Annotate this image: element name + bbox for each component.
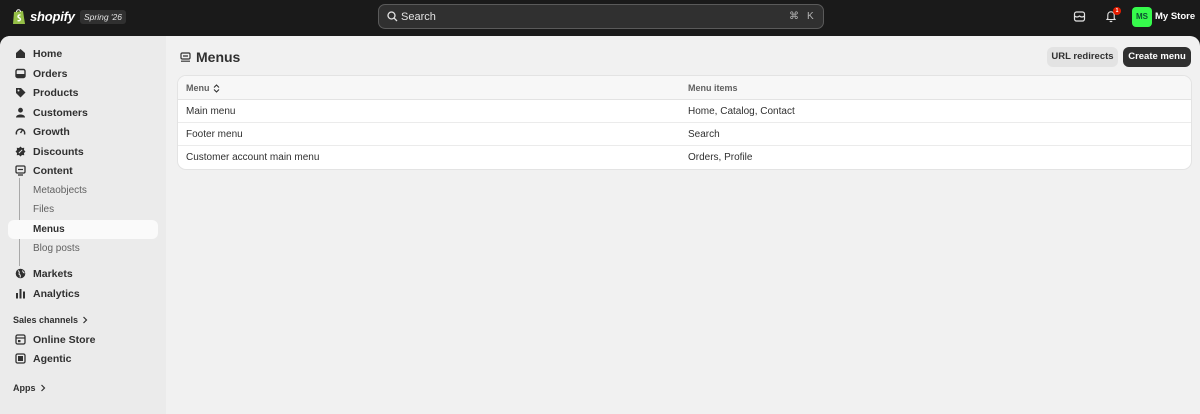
sidebar-item-discounts[interactable]: Discounts [8, 142, 158, 161]
sidebar-item-label: Customers [33, 106, 88, 119]
menu-items: Search [688, 129, 720, 140]
sidebar-item-home[interactable]: Home [8, 44, 158, 63]
apps-label: Apps [13, 383, 36, 393]
table-row[interactable]: Main menu Home, Catalog, Contact [178, 100, 1191, 123]
sidebar-item-analytics[interactable]: Analytics [8, 284, 158, 303]
menus-table: Menu Menu items Main menu Home, Catalog,… [178, 76, 1191, 169]
menu-icon [180, 51, 191, 62]
sidebar-item-markets[interactable]: Markets [8, 264, 158, 283]
content-icon [14, 165, 26, 177]
shopify-bag-icon [13, 9, 25, 24]
logo-text: shopify [30, 9, 75, 24]
tag-icon [14, 87, 26, 99]
sidebar-item-label: Markets [33, 267, 73, 280]
top-bar: shopify Spring '26 Search ⌘ K 1 MS My St… [0, 0, 1200, 36]
menu-items: Orders, Profile [688, 152, 753, 163]
chevron-right-icon [83, 316, 88, 324]
sidebar-subitem-label: Blog posts [33, 243, 80, 254]
version-badge: Spring '26 [80, 10, 127, 24]
table-row[interactable]: Footer menu Search [178, 123, 1191, 146]
page-title-text: Menus [196, 49, 241, 65]
app-shell: Home Orders Products Customers Growth Di… [0, 36, 1200, 414]
sidebar-item-label: Analytics [33, 287, 80, 300]
sidebar-item-label: Home [33, 47, 63, 60]
page-title: Menus [180, 49, 240, 65]
shortcut-cmd: ⌘ [789, 11, 799, 22]
sidebar-subitem-files[interactable]: Files [8, 200, 158, 219]
create-menu-button[interactable]: Create menu [1123, 47, 1191, 67]
sidebar-subitem-blog-posts[interactable]: Blog posts [8, 239, 158, 258]
url-redirects-button[interactable]: URL redirects [1047, 47, 1118, 67]
sidebar-item-growth[interactable]: Growth [8, 122, 158, 141]
menu-name[interactable]: Customer account main menu [186, 152, 319, 163]
table-row[interactable]: Customer account main menu Orders, Profi… [178, 146, 1191, 169]
column-header-label: Menu items [688, 83, 738, 93]
search-bar[interactable]: Search ⌘ K [378, 4, 824, 29]
sidebar-item-label: Orders [33, 67, 68, 80]
sidebar-item-online-store[interactable]: Online Store [8, 330, 158, 349]
sidebar-item-agentic[interactable]: Agentic [8, 349, 158, 368]
notification-badge: 1 [1113, 7, 1121, 15]
sidebar-item-customers[interactable]: Customers [8, 103, 158, 122]
column-header-menu[interactable]: Menu [186, 83, 220, 93]
table-header: Menu Menu items [178, 76, 1191, 100]
home-icon [14, 48, 26, 60]
column-header-label: Menu [186, 83, 210, 93]
discount-icon [14, 146, 26, 158]
sidebar-subitem-label: Menus [33, 224, 65, 235]
person-icon [14, 107, 26, 119]
sidebar-item-content[interactable]: Content [8, 161, 158, 180]
shortcut-key: K [807, 11, 814, 22]
menu-name[interactable]: Footer menu [186, 129, 243, 140]
column-header-menu-items: Menu items [688, 83, 738, 93]
apps-header[interactable]: Apps [13, 383, 46, 393]
sidebar-item-label: Growth [33, 125, 70, 138]
agentic-icon [14, 353, 26, 365]
sidebar-item-label: Discounts [33, 145, 84, 158]
sidebar-subitem-metaobjects[interactable]: Metaobjects [8, 181, 158, 200]
avatar[interactable]: MS [1132, 7, 1152, 27]
orders-icon [14, 68, 26, 80]
search-icon [387, 11, 398, 22]
sidebar-subitem-menus[interactable]: Menus [8, 220, 158, 239]
gauge-icon [14, 126, 26, 138]
menu-name[interactable]: Main menu [186, 106, 235, 117]
chevron-right-icon [40, 384, 45, 392]
sales-channels-label: Sales channels [13, 315, 79, 325]
menu-items: Home, Catalog, Contact [688, 106, 795, 117]
sidebar: Home Orders Products Customers Growth Di… [0, 36, 166, 414]
globe-icon [14, 268, 26, 280]
sidebar-item-products[interactable]: Products [8, 83, 158, 102]
sidebar-item-label: Content [33, 164, 73, 177]
shopify-logo[interactable]: shopify [12, 8, 75, 25]
sidebar-subitem-label: Files [33, 204, 55, 215]
store-name[interactable]: My Store [1155, 11, 1195, 22]
store-icon [14, 334, 26, 346]
store-switcher-icon[interactable] [1073, 10, 1086, 23]
sidebar-item-label: Products [33, 86, 79, 99]
sidebar-item-label: Agentic [33, 352, 72, 365]
sidebar-subitem-label: Metaobjects [33, 185, 87, 196]
sidebar-item-label: Online Store [33, 333, 96, 346]
sidebar-item-orders[interactable]: Orders [8, 64, 158, 83]
search-input[interactable]: Search [401, 11, 436, 23]
chart-icon [14, 288, 26, 300]
sort-icon [213, 83, 219, 93]
sales-channels-header[interactable]: Sales channels [13, 315, 88, 325]
